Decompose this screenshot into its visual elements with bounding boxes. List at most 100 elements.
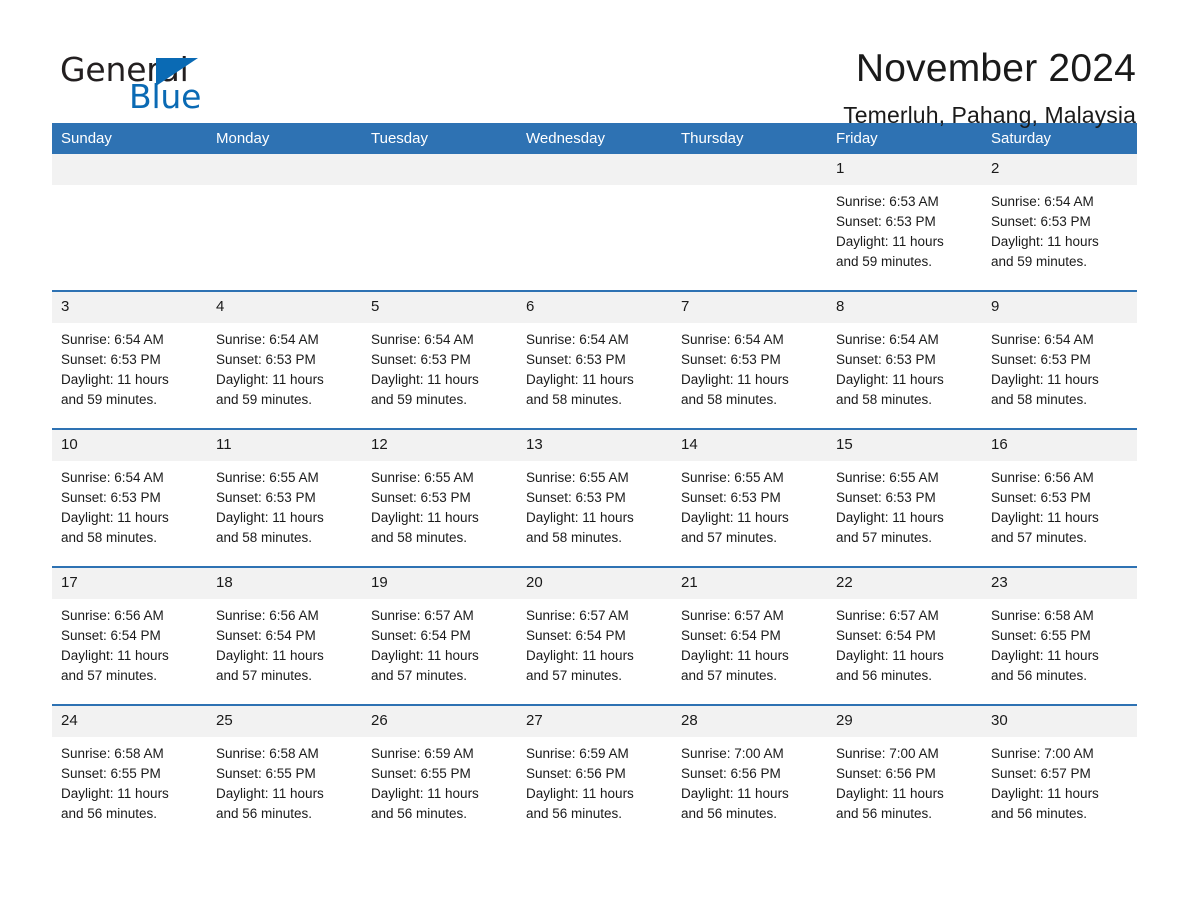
calendar-day-cell[interactable]: 14 Sunrise: 6:55 AM Sunset: 6:53 PM Dayligh… xyxy=(672,428,827,567)
calendar-day-cell[interactable]: 15 Sunrise: 6:55 AM Sunset: 6:53 PM Dayligh… xyxy=(827,428,982,567)
daylight-text-line2: and 59 minutes. xyxy=(991,254,1088,269)
calendar-day-cell[interactable]: 3 Sunrise: 6:54 AM Sunset: 6:53 PM Daylight… xyxy=(52,290,207,429)
day-details: Sunrise: 6:57 AM Sunset: 6:54 PM Daylight:… xyxy=(827,599,982,704)
day-details: Sunrise: 6:56 AM Sunset: 6:53 PM Daylight:… xyxy=(982,461,1137,566)
calendar-day-cell[interactable]: 24 Sunrise: 6:58 AM Sunset: 6:55 PM Dayligh… xyxy=(52,704,207,842)
sunrise-text: Sunrise: 6:54 AM xyxy=(991,332,1094,347)
general-blue-logo[interactable]: General Blue xyxy=(52,46,252,118)
day-details xyxy=(207,185,362,290)
sunset-text: Sunset: 6:53 PM xyxy=(836,352,936,367)
calendar-day-cell[interactable]: 6 Sunrise: 6:54 AM Sunset: 6:53 PM Daylight… xyxy=(517,290,672,429)
calendar-day-cell[interactable]: 22 Sunrise: 6:57 AM Sunset: 6:54 PM Dayligh… xyxy=(827,566,982,705)
weekday-header-tuesday: Tuesday xyxy=(362,123,517,154)
calendar-day-cell[interactable]: 20 Sunrise: 6:57 AM Sunset: 6:54 PM Dayligh… xyxy=(517,566,672,705)
sunset-text: Sunset: 6:55 PM xyxy=(216,766,316,781)
day-details: Sunrise: 6:54 AM Sunset: 6:53 PM Daylight:… xyxy=(982,323,1137,428)
calendar-day-cell[interactable]: 25 Sunrise: 6:58 AM Sunset: 6:55 PM Dayligh… xyxy=(207,704,362,842)
sunset-text: Sunset: 6:55 PM xyxy=(371,766,471,781)
daylight-text-line2: and 57 minutes. xyxy=(371,668,468,683)
sunrise-text: Sunrise: 6:57 AM xyxy=(371,608,474,623)
calendar-day-cell[interactable]: 19 Sunrise: 6:57 AM Sunset: 6:54 PM Dayligh… xyxy=(362,566,517,705)
sunrise-text: Sunrise: 6:58 AM xyxy=(991,608,1094,623)
day-number: 17 xyxy=(52,568,207,599)
calendar-day-cell[interactable]: 27 Sunrise: 6:59 AM Sunset: 6:56 PM Dayligh… xyxy=(517,704,672,842)
calendar-day-cell[interactable]: 17 Sunrise: 6:56 AM Sunset: 6:54 PM Dayligh… xyxy=(52,566,207,705)
calendar-day-cell-empty xyxy=(362,154,517,291)
day-details: Sunrise: 6:57 AM Sunset: 6:54 PM Daylight:… xyxy=(362,599,517,704)
day-number: 12 xyxy=(362,430,517,461)
daylight-text-line2: and 58 minutes. xyxy=(526,530,623,545)
day-number: 13 xyxy=(517,430,672,461)
daylight-text-line1: Daylight: 11 hours xyxy=(216,510,324,525)
day-number: 23 xyxy=(982,568,1137,599)
daylight-text-line2: and 57 minutes. xyxy=(681,668,778,683)
day-details: Sunrise: 6:56 AM Sunset: 6:54 PM Daylight:… xyxy=(52,599,207,704)
weekday-header-sunday: Sunday xyxy=(52,123,207,154)
day-details: Sunrise: 6:57 AM Sunset: 6:54 PM Daylight:… xyxy=(672,599,827,704)
daylight-text-line1: Daylight: 11 hours xyxy=(61,510,169,525)
daylight-text-line1: Daylight: 11 hours xyxy=(836,372,944,387)
calendar-day-cell[interactable]: 21 Sunrise: 6:57 AM Sunset: 6:54 PM Dayligh… xyxy=(672,566,827,705)
calendar-day-cell[interactable]: 13 Sunrise: 6:55 AM Sunset: 6:53 PM Dayligh… xyxy=(517,428,672,567)
calendar-day-cell[interactable]: 1 Sunrise: 6:53 AM Sunset: 6:53 PM Daylight… xyxy=(827,154,982,291)
calendar-day-cell[interactable]: 11 Sunrise: 6:55 AM Sunset: 6:53 PM Dayligh… xyxy=(207,428,362,567)
day-details: Sunrise: 6:55 AM Sunset: 6:53 PM Daylight:… xyxy=(827,461,982,566)
day-details: Sunrise: 6:59 AM Sunset: 6:56 PM Daylight:… xyxy=(517,737,672,842)
sunrise-text: Sunrise: 6:55 AM xyxy=(371,470,474,485)
day-number: 1 xyxy=(827,154,982,185)
calendar-day-cell-empty xyxy=(672,154,827,291)
day-details: Sunrise: 6:53 AM Sunset: 6:53 PM Daylight:… xyxy=(827,185,982,290)
day-details: Sunrise: 6:54 AM Sunset: 6:53 PM Daylight:… xyxy=(52,323,207,428)
calendar-day-cell[interactable]: 5 Sunrise: 6:54 AM Sunset: 6:53 PM Daylight… xyxy=(362,290,517,429)
sunrise-text: Sunrise: 6:55 AM xyxy=(681,470,784,485)
calendar-day-cell[interactable]: 26 Sunrise: 6:59 AM Sunset: 6:55 PM Dayligh… xyxy=(362,704,517,842)
calendar-day-cell[interactable]: 4 Sunrise: 6:54 AM Sunset: 6:53 PM Daylight… xyxy=(207,290,362,429)
sunrise-text: Sunrise: 6:54 AM xyxy=(61,332,164,347)
daylight-text-line2: and 57 minutes. xyxy=(836,530,933,545)
daylight-text-line1: Daylight: 11 hours xyxy=(371,372,479,387)
day-number: 20 xyxy=(517,568,672,599)
sunrise-text: Sunrise: 6:57 AM xyxy=(836,608,939,623)
sunrise-text: Sunrise: 6:54 AM xyxy=(371,332,474,347)
calendar-day-cell[interactable]: 7 Sunrise: 6:54 AM Sunset: 6:53 PM Daylight… xyxy=(672,290,827,429)
daylight-text-line2: and 58 minutes. xyxy=(216,530,313,545)
calendar-day-cell-empty xyxy=(207,154,362,291)
calendar-day-cell[interactable]: 2 Sunrise: 6:54 AM Sunset: 6:53 PM Daylight… xyxy=(982,154,1137,291)
calendar-day-cell[interactable]: 23 Sunrise: 6:58 AM Sunset: 6:55 PM Dayligh… xyxy=(982,566,1137,705)
day-number xyxy=(517,154,672,185)
sunset-text: Sunset: 6:54 PM xyxy=(681,628,781,643)
calendar-day-cell[interactable]: 9 Sunrise: 6:54 AM Sunset: 6:53 PM Daylight… xyxy=(982,290,1137,429)
sunset-text: Sunset: 6:54 PM xyxy=(836,628,936,643)
day-number: 22 xyxy=(827,568,982,599)
sunrise-text: Sunrise: 6:58 AM xyxy=(216,746,319,761)
weekday-header-monday: Monday xyxy=(207,123,362,154)
daylight-text-line1: Daylight: 11 hours xyxy=(61,372,169,387)
sunrise-text: Sunrise: 6:55 AM xyxy=(526,470,629,485)
calendar-day-cell[interactable]: 8 Sunrise: 6:54 AM Sunset: 6:53 PM Daylight… xyxy=(827,290,982,429)
daylight-text-line2: and 58 minutes. xyxy=(526,392,623,407)
sunset-text: Sunset: 6:54 PM xyxy=(61,628,161,643)
calendar-day-cell[interactable]: 16 Sunrise: 6:56 AM Sunset: 6:53 PM Dayligh… xyxy=(982,428,1137,567)
day-details xyxy=(362,185,517,290)
day-details: Sunrise: 7:00 AM Sunset: 6:57 PM Daylight:… xyxy=(982,737,1137,842)
calendar-body: 1 Sunrise: 6:53 AM Sunset: 6:53 PM Daylight… xyxy=(52,154,1137,842)
sunset-text: Sunset: 6:53 PM xyxy=(216,490,316,505)
daylight-text-line1: Daylight: 11 hours xyxy=(681,648,789,663)
sunset-text: Sunset: 6:53 PM xyxy=(991,490,1091,505)
sunrise-text: Sunrise: 7:00 AM xyxy=(991,746,1094,761)
calendar-day-cell[interactable]: 30 Sunrise: 7:00 AM Sunset: 6:57 PM Dayligh… xyxy=(982,704,1137,842)
calendar-day-cell[interactable]: 29 Sunrise: 7:00 AM Sunset: 6:56 PM Dayligh… xyxy=(827,704,982,842)
daylight-text-line2: and 59 minutes. xyxy=(371,392,468,407)
day-number: 2 xyxy=(982,154,1137,185)
daylight-text-line2: and 56 minutes. xyxy=(836,806,933,821)
daylight-text-line1: Daylight: 11 hours xyxy=(836,510,944,525)
sunrise-text: Sunrise: 6:58 AM xyxy=(61,746,164,761)
day-details xyxy=(517,185,672,290)
calendar-day-cell[interactable]: 18 Sunrise: 6:56 AM Sunset: 6:54 PM Dayligh… xyxy=(207,566,362,705)
calendar-day-cell[interactable]: 28 Sunrise: 7:00 AM Sunset: 6:56 PM Dayligh… xyxy=(672,704,827,842)
sunrise-text: Sunrise: 7:00 AM xyxy=(836,746,939,761)
day-number: 24 xyxy=(52,706,207,737)
calendar-day-cell[interactable]: 10 Sunrise: 6:54 AM Sunset: 6:53 PM Dayligh… xyxy=(52,428,207,567)
logo-text-blue: Blue xyxy=(129,77,202,116)
calendar-day-cell[interactable]: 12 Sunrise: 6:55 AM Sunset: 6:53 PM Dayligh… xyxy=(362,428,517,567)
